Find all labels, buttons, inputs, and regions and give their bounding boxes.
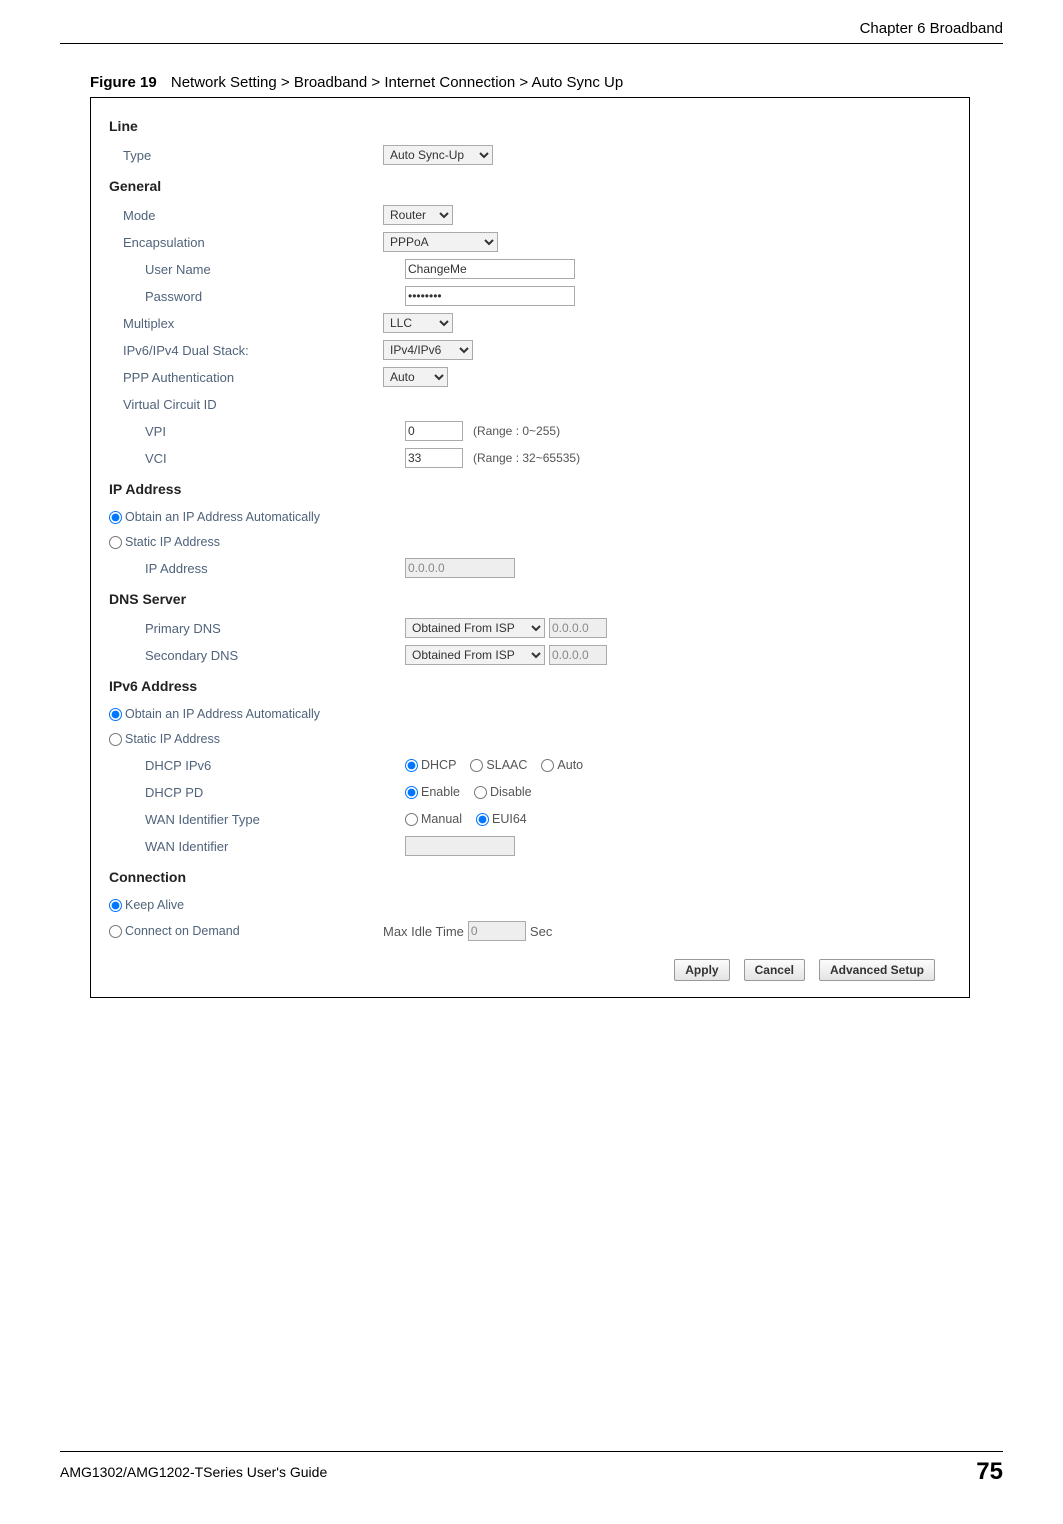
label-max-idle-unit: Sec xyxy=(530,924,552,939)
footer-page-number: 75 xyxy=(976,1458,1003,1486)
label-wan-id: WAN Identifier xyxy=(109,839,405,854)
radio-ipv6-static[interactable] xyxy=(109,733,122,746)
label-multiplex: Multiplex xyxy=(109,316,383,331)
label-ip-static: Static IP Address xyxy=(125,535,220,549)
opt-manual: Manual xyxy=(421,812,462,826)
label-dhcp-pd: DHCP PD xyxy=(109,785,405,800)
input-ip-address xyxy=(405,558,515,578)
page-footer: AMG1302/AMG1202-TSeries User's Guide 75 xyxy=(60,1451,1003,1486)
input-wan-id xyxy=(405,836,515,856)
select-multiplex[interactable]: LLC xyxy=(383,313,453,333)
label-primary-dns: Primary DNS xyxy=(109,621,405,636)
radio-dhcppd-enable[interactable] xyxy=(405,786,418,799)
label-ipv6-static: Static IP Address xyxy=(125,732,220,746)
section-title-dns: DNS Server xyxy=(109,591,951,607)
input-vci[interactable] xyxy=(405,448,463,468)
hint-vci: (Range : 32~65535) xyxy=(473,451,580,465)
radio-ipv6-auto[interactable] xyxy=(109,708,122,721)
label-ip-address: IP Address xyxy=(109,561,405,576)
radio-keep-alive[interactable] xyxy=(109,899,122,912)
hint-vpi: (Range : 0~255) xyxy=(473,424,560,438)
radio-ip-auto[interactable] xyxy=(109,511,122,524)
opt-eui64: EUI64 xyxy=(492,812,527,826)
label-ipv6-auto: Obtain an IP Address Automatically xyxy=(125,707,320,721)
label-mode: Mode xyxy=(109,208,383,223)
label-dhcp-ipv6: DHCP IPv6 xyxy=(109,758,405,773)
radio-dhcpipv6-auto[interactable] xyxy=(541,759,554,772)
radio-wanid-manual[interactable] xyxy=(405,813,418,826)
radio-dhcppd-disable[interactable] xyxy=(474,786,487,799)
label-type: Type xyxy=(109,148,383,163)
input-username[interactable] xyxy=(405,259,575,279)
label-secondary-dns: Secondary DNS xyxy=(109,648,405,663)
radio-dhcpipv6-dhcp[interactable] xyxy=(405,759,418,772)
label-max-idle: Max Idle Time xyxy=(383,924,464,939)
section-title-general: General xyxy=(109,178,951,194)
select-primary-dns[interactable]: Obtained From ISP xyxy=(405,618,545,638)
label-pppauth: PPP Authentication xyxy=(109,370,383,385)
select-dualstack[interactable]: IPv4/IPv6 xyxy=(383,340,473,360)
input-secondary-dns xyxy=(549,645,607,665)
opt-enable: Enable xyxy=(421,785,460,799)
radio-dhcpipv6-slaac[interactable] xyxy=(470,759,483,772)
input-max-idle xyxy=(468,921,526,941)
label-vpi: VPI xyxy=(109,424,405,439)
label-ip-auto: Obtain an IP Address Automatically xyxy=(125,510,320,524)
cancel-button[interactable]: Cancel xyxy=(744,959,805,981)
section-title-connection: Connection xyxy=(109,869,951,885)
advanced-setup-button[interactable]: Advanced Setup xyxy=(819,959,935,981)
section-title-line: Line xyxy=(109,118,951,134)
label-wan-id-type: WAN Identifier Type xyxy=(109,812,405,827)
figure-label: Figure 19 xyxy=(90,74,157,91)
input-password[interactable] xyxy=(405,286,575,306)
label-keep-alive: Keep Alive xyxy=(125,898,184,912)
select-encapsulation[interactable]: PPPoA xyxy=(383,232,498,252)
label-encapsulation: Encapsulation xyxy=(109,235,383,250)
select-mode[interactable]: Router xyxy=(383,205,453,225)
label-vci: VCI xyxy=(109,451,405,466)
radio-connect-on-demand[interactable] xyxy=(109,925,122,938)
opt-auto: Auto xyxy=(557,758,583,772)
input-vpi[interactable] xyxy=(405,421,463,441)
section-title-ip: IP Address xyxy=(109,481,951,497)
select-secondary-dns[interactable]: Obtained From ISP xyxy=(405,645,545,665)
opt-dhcp: DHCP xyxy=(421,758,456,772)
screenshot-frame: Line Type Auto Sync-Up General Mode Rout… xyxy=(90,97,970,998)
figure-caption-text: Network Setting > Broadband > Internet C… xyxy=(171,74,623,91)
label-vcid: Virtual Circuit ID xyxy=(109,397,383,412)
label-dualstack: IPv6/IPv4 Dual Stack: xyxy=(109,343,383,358)
select-type[interactable]: Auto Sync-Up xyxy=(383,145,493,165)
label-connect-on-demand: Connect on Demand xyxy=(125,924,240,938)
opt-disable: Disable xyxy=(490,785,532,799)
opt-slaac: SLAAC xyxy=(486,758,527,772)
section-title-ipv6: IPv6 Address xyxy=(109,678,951,694)
radio-ip-static[interactable] xyxy=(109,536,122,549)
apply-button[interactable]: Apply xyxy=(674,959,729,981)
figure-caption: Figure 19 Network Setting > Broadband > … xyxy=(90,74,1003,91)
select-pppauth[interactable]: Auto xyxy=(383,367,448,387)
chapter-header: Chapter 6 Broadband xyxy=(60,20,1003,44)
label-username: User Name xyxy=(109,262,405,277)
footer-guide-title: AMG1302/AMG1202-TSeries User's Guide xyxy=(60,1464,327,1480)
label-password: Password xyxy=(109,289,405,304)
radio-wanid-eui64[interactable] xyxy=(476,813,489,826)
input-primary-dns xyxy=(549,618,607,638)
